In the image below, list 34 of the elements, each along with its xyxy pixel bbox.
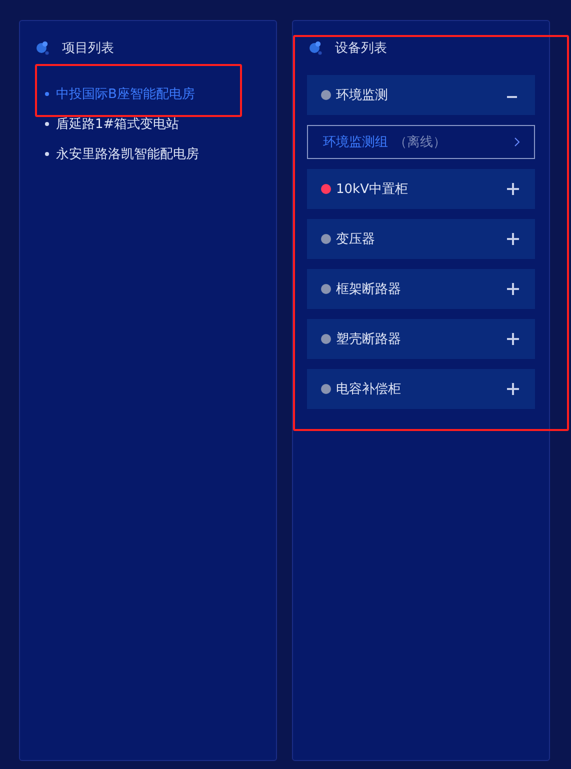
device-group-row[interactable]: 环境监测 bbox=[307, 75, 535, 115]
panel-title: 项目列表 bbox=[62, 40, 114, 57]
project-item[interactable]: 永安里路洛凯智能配电房 bbox=[45, 139, 276, 169]
device-name: 环境监测组 bbox=[323, 134, 388, 151]
device-item[interactable]: 环境监测组 （离线） bbox=[307, 125, 535, 159]
device-group-row[interactable]: 塑壳断路器 bbox=[307, 319, 535, 359]
device-group-name: 变压器 bbox=[336, 231, 376, 248]
expand-icon[interactable] bbox=[507, 233, 519, 245]
expand-icon[interactable] bbox=[507, 333, 519, 345]
expand-icon[interactable] bbox=[507, 283, 519, 295]
expand-icon[interactable] bbox=[507, 383, 519, 395]
device-group-name: 10kV中置柜 bbox=[336, 181, 409, 198]
expand-icon[interactable] bbox=[507, 183, 519, 195]
bullet-icon bbox=[45, 152, 49, 156]
device-group-name: 塑壳断路器 bbox=[336, 331, 402, 348]
bubbles-icon bbox=[309, 41, 323, 55]
panel-title: 设备列表 bbox=[335, 40, 387, 57]
bullet-icon bbox=[45, 122, 49, 126]
project-name: 永安里路洛凯智能配电房 bbox=[56, 146, 199, 163]
device-group-name: 环境监测 bbox=[336, 87, 389, 104]
project-item[interactable]: 盾延路1#箱式变电站 bbox=[45, 109, 276, 139]
bullet-icon bbox=[45, 92, 49, 96]
device-group-row[interactable]: 变压器 bbox=[307, 219, 535, 259]
device-group-name: 电容补偿柜 bbox=[336, 381, 402, 398]
device-group-row[interactable]: 框架断路器 bbox=[307, 269, 535, 309]
device-group-row[interactable]: 电容补偿柜 bbox=[307, 369, 535, 409]
device-status: （离线） bbox=[394, 134, 447, 151]
device-group-name: 框架断路器 bbox=[336, 281, 402, 298]
device-group-row[interactable]: 10kV中置柜 bbox=[307, 169, 535, 209]
project-name: 盾延路1#箱式变电站 bbox=[56, 116, 180, 133]
project-item[interactable]: 中投国际B座智能配电房 bbox=[45, 79, 276, 109]
project-name: 中投国际B座智能配电房 bbox=[56, 86, 195, 103]
bubbles-icon bbox=[36, 41, 50, 55]
chevron-right-icon bbox=[514, 137, 520, 147]
